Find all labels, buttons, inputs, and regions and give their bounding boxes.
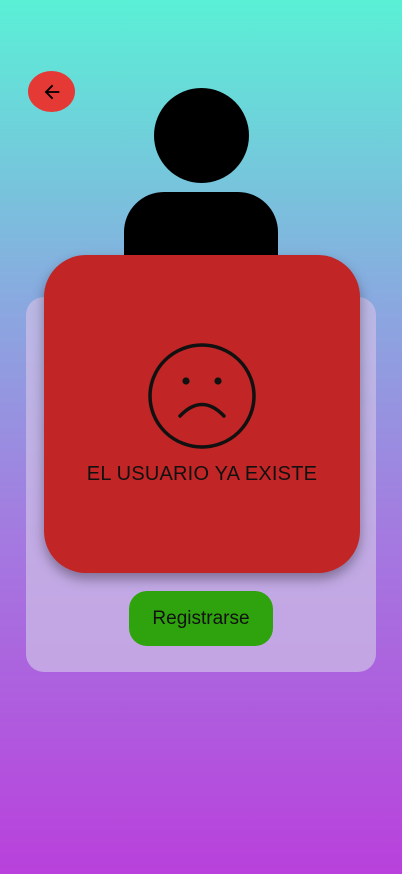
sad-face-icon bbox=[148, 343, 256, 449]
arrow-left-icon bbox=[44, 84, 59, 99]
error-dialog: EL USUARIO YA EXISTE bbox=[44, 255, 360, 573]
error-message: EL USUARIO YA EXISTE bbox=[86, 463, 318, 485]
avatar-head bbox=[154, 88, 249, 183]
register-button-label: Registrarse bbox=[152, 607, 250, 629]
back-button[interactable] bbox=[28, 71, 75, 112]
register-button[interactable]: Registrarse bbox=[129, 591, 273, 646]
